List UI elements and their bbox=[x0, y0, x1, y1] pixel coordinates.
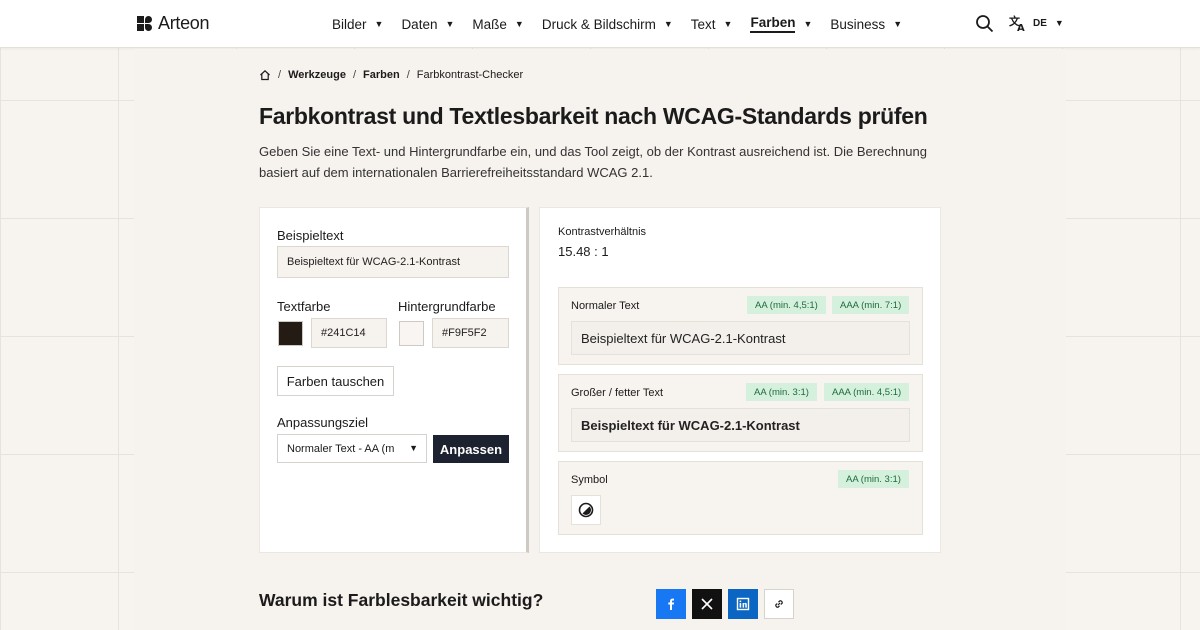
sample-text-label: Beispieltext bbox=[277, 228, 344, 243]
x-icon bbox=[701, 598, 713, 610]
caret-down-icon: ▼ bbox=[374, 19, 384, 29]
caret-down-icon: ▼ bbox=[723, 19, 733, 29]
logo-mark-icon bbox=[137, 16, 152, 31]
breadcrumb-separator: / bbox=[352, 69, 356, 81]
nav-label: Daten bbox=[401, 16, 438, 32]
status-badge-aaa: AAA (min. 7:1) bbox=[832, 296, 910, 314]
caret-down-icon: ▼ bbox=[409, 443, 418, 453]
nav-item-business[interactable]: Business ▼ bbox=[830, 15, 902, 33]
nav-item-druck[interactable]: Druck & Bildschirm ▼ bbox=[542, 15, 673, 33]
language-selector[interactable]: 文 A DE ▼ bbox=[1009, 14, 1064, 32]
text-color-input[interactable]: #241C14 bbox=[311, 318, 387, 348]
nav-item-text[interactable]: Text ▼ bbox=[691, 15, 733, 33]
preview-normal-text: Beispieltext für WCAG-2.1-Kontrast bbox=[571, 321, 910, 355]
input-card: Beispieltext Beispieltext für WCAG-2.1-K… bbox=[259, 207, 529, 553]
result-symbol: Symbol AA (min. 3:1) bbox=[558, 461, 923, 535]
caret-down-icon: ▼ bbox=[893, 19, 903, 29]
status-badge-aa: AA (min. 3:1) bbox=[838, 470, 909, 488]
nav-label: Farben bbox=[750, 15, 796, 33]
nav-item-masse[interactable]: Maße ▼ bbox=[472, 15, 523, 33]
status-badge-aaa: AAA (min. 4,5:1) bbox=[824, 383, 910, 401]
contrast-icon bbox=[578, 502, 594, 518]
status-badge-aa: AA (min. 3:1) bbox=[746, 383, 817, 401]
symbol-preview bbox=[571, 495, 601, 525]
caret-down-icon: ▼ bbox=[663, 19, 673, 29]
bg-color-input[interactable]: #F9F5F2 bbox=[432, 318, 509, 348]
sample-text-input[interactable]: Beispieltext für WCAG-2.1-Kontrast bbox=[277, 246, 509, 278]
translate-icon: 文 A bbox=[1009, 14, 1025, 32]
nav-item-bilder[interactable]: Bilder ▼ bbox=[332, 15, 383, 33]
result-title: Symbol bbox=[571, 474, 608, 486]
share-x-button[interactable] bbox=[692, 589, 722, 619]
page-title: Farbkontrast und Textlesbarkeit nach WCA… bbox=[259, 103, 928, 129]
svg-text:A: A bbox=[1017, 23, 1025, 32]
contrast-ratio-value: 15.48 : 1 bbox=[558, 244, 609, 259]
contrast-ratio-label: Kontrastverhältnis bbox=[558, 226, 647, 238]
top-header: Arteon Bilder ▼ Daten ▼ Maße ▼ Druck & Bild… bbox=[0, 0, 1200, 48]
facebook-icon bbox=[668, 598, 674, 610]
nav-label: Bilder bbox=[332, 16, 367, 32]
main-content: / Werkzeuge / Farben / Farbkontrast-Chec… bbox=[134, 49, 1066, 630]
breadcrumb-separator: / bbox=[406, 69, 410, 81]
caret-down-icon: ▼ bbox=[803, 19, 813, 29]
breadcrumb-separator: / bbox=[278, 69, 282, 81]
search-icon[interactable] bbox=[975, 14, 995, 34]
result-title: Großer / fetter Text bbox=[571, 387, 664, 399]
caret-down-icon: ▼ bbox=[1054, 18, 1064, 28]
result-large-text: Großer / fetter Text AA (min. 3:1) AAA (… bbox=[558, 374, 923, 452]
logo[interactable]: Arteon bbox=[137, 13, 210, 34]
language-code: DE bbox=[1033, 17, 1047, 29]
bg-color-swatch[interactable] bbox=[399, 321, 424, 346]
results-card: Kontrastverhältnis 15.48 : 1 Normaler Te… bbox=[539, 207, 941, 553]
breadcrumb: / Werkzeuge / Farben / Farbkontrast-Chec… bbox=[259, 69, 523, 81]
text-color-label: Textfarbe bbox=[277, 299, 331, 314]
result-title: Normaler Text bbox=[571, 300, 640, 312]
copy-link-button[interactable] bbox=[764, 589, 794, 619]
caret-down-icon: ▼ bbox=[514, 19, 524, 29]
nav-label: Druck & Bildschirm bbox=[541, 16, 656, 32]
home-icon[interactable] bbox=[259, 69, 271, 81]
share-linkedin-button[interactable] bbox=[728, 589, 758, 619]
status-badge-aa: AA (min. 4,5:1) bbox=[747, 296, 826, 314]
nav-item-farben[interactable]: Farben ▼ bbox=[750, 15, 812, 33]
nav-label: Business bbox=[830, 16, 886, 32]
section-title: Warum ist Farblesbarkeit wichtig? bbox=[259, 590, 544, 610]
swap-colors-button[interactable]: Farben tauschen bbox=[277, 366, 394, 396]
nav-label: Text bbox=[690, 16, 716, 32]
main-nav: Bilder ▼ Daten ▼ Maße ▼ Druck & Bildschirm ▼… bbox=[332, 15, 920, 33]
breadcrumb-current: Farbkontrast-Checker bbox=[416, 69, 524, 81]
link-icon bbox=[775, 600, 783, 608]
target-select-value: Normaler Text - AA (m bbox=[287, 442, 395, 455]
text-color-swatch[interactable] bbox=[278, 321, 303, 346]
nav-label: Maße bbox=[472, 16, 507, 32]
caret-down-icon: ▼ bbox=[445, 19, 455, 29]
logo-text: Arteon bbox=[158, 13, 210, 33]
breadcrumb-farben[interactable]: Farben bbox=[363, 69, 400, 81]
adjust-button[interactable]: Anpassen bbox=[433, 435, 509, 463]
target-select[interactable]: Normaler Text - AA (m ▼ bbox=[277, 434, 427, 463]
linkedin-icon bbox=[736, 597, 750, 611]
share-facebook-button[interactable] bbox=[656, 589, 686, 619]
nav-item-daten[interactable]: Daten ▼ bbox=[401, 15, 454, 33]
intro-text: Geben Sie eine Text- und Hintergrundfarb… bbox=[259, 144, 927, 180]
bg-color-label: Hintergrundfarbe bbox=[398, 299, 496, 314]
target-label: Anpassungsziel bbox=[277, 415, 369, 430]
preview-large-text: Beispieltext für WCAG-2.1-Kontrast bbox=[571, 408, 910, 442]
result-normal-text: Normaler Text AA (min. 4,5:1) AAA (min. … bbox=[558, 287, 923, 365]
breadcrumb-werkzeuge[interactable]: Werkzeuge bbox=[288, 69, 346, 81]
